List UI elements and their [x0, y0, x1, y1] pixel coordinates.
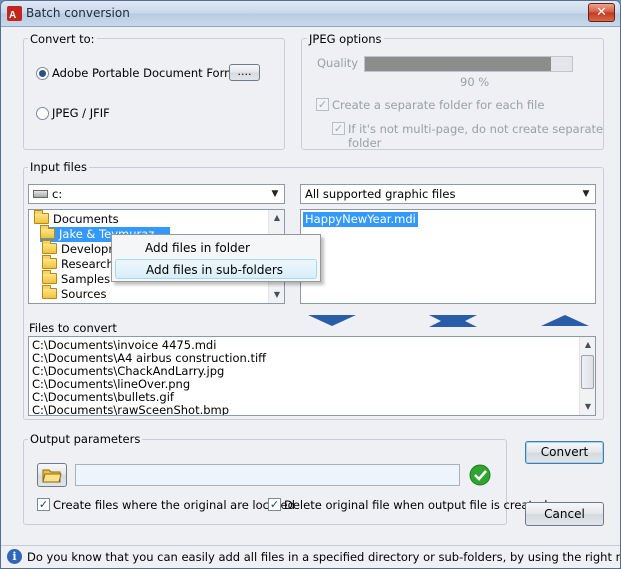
output-parameters-title: Output parameters [28, 432, 143, 446]
scroll-up-icon[interactable]: ▲ [270, 211, 284, 225]
chevron-down-icon[interactable]: ▼ [268, 187, 282, 201]
title-bar[interactable]: A Batch conversion ✕ [1, 1, 620, 27]
app-icon: A [7, 6, 22, 21]
convert-to-group [23, 38, 285, 150]
file-list[interactable]: HappyNewYear.mdi [300, 209, 596, 304]
output-path-input[interactable] [75, 464, 460, 486]
files-to-convert-scrollbar[interactable]: ▲ ▼ [579, 337, 595, 415]
remove-arrow-icon[interactable] [541, 315, 589, 327]
folder-icon [42, 270, 57, 284]
context-menu: Add files in folder Add files in sub-fol… [111, 234, 321, 282]
info-icon: i [7, 549, 22, 564]
file-type-filter-combo[interactable]: All supported graphic files ▼ [300, 184, 596, 204]
ok-check-icon[interactable] [469, 464, 491, 486]
tree-item-research[interactable]: Research [42, 255, 114, 272]
tree-item-label: Samples [61, 272, 111, 286]
tree-item-sources[interactable]: Sources [42, 285, 107, 302]
jpeg-radio[interactable] [36, 107, 49, 120]
svg-text:A: A [9, 10, 16, 21]
folder-icon [42, 255, 57, 269]
files-to-convert-list[interactable]: C:\Documents\invoice 4475.mdi C:\Documen… [28, 336, 596, 416]
drive-value: c: [52, 187, 63, 201]
convert-button[interactable]: Convert [525, 441, 604, 464]
not-multipage-checkbox[interactable]: ✓ [332, 122, 345, 135]
list-item[interactable]: C:\Documents\rawSceenShot.bmp [32, 404, 229, 416]
folder-icon [42, 240, 57, 254]
close-button[interactable]: ✕ [588, 3, 615, 22]
file-list-item[interactable]: HappyNewYear.mdi [303, 212, 418, 227]
status-tip: Do you know that you can easily add all … [27, 550, 620, 564]
browse-folder-button[interactable] [37, 463, 67, 487]
open-folder-icon [40, 225, 55, 239]
cancel-button[interactable]: Cancel [525, 502, 604, 526]
create-where-original-checkbox[interactable]: ✓ [37, 498, 50, 511]
add-all-arrow-icon[interactable] [429, 315, 477, 327]
tree-item-label: Documents [53, 212, 119, 226]
delete-original-checkbox[interactable]: ✓ [268, 498, 281, 511]
tree-item-label: Sources [61, 287, 107, 301]
drive-icon [33, 190, 48, 198]
drive-combo-value: c: [33, 187, 62, 201]
menu-item-add-files-in-sub-folders[interactable]: Add files in sub-folders [115, 259, 317, 279]
quality-value: 90 % [460, 75, 490, 89]
dialog-body: Convert to: Adobe Portable Document Form… [1, 28, 620, 568]
convert-to-title: Convert to: [28, 32, 97, 46]
tree-item-label: Research [61, 257, 114, 271]
jpeg-radio-label: JPEG / JFIF [52, 106, 110, 120]
add-selected-arrow-icon[interactable] [308, 315, 356, 327]
scroll-thumb[interactable] [581, 355, 594, 389]
status-bar: i Do you know that you can easily add al… [1, 545, 620, 567]
scroll-down-icon[interactable]: ▼ [581, 400, 595, 414]
quality-slider-fill [365, 57, 552, 71]
window-title: Batch conversion [26, 6, 130, 20]
delete-original-label: Delete original file when output file is… [284, 498, 548, 512]
separate-folder-label: Create a separate folder for each file [332, 98, 545, 112]
quality-label: Quality [317, 56, 359, 70]
pdf-radio-label: Adobe Portable Document Format [52, 66, 247, 80]
quality-slider[interactable] [364, 56, 573, 72]
scroll-up-icon[interactable]: ▲ [581, 338, 595, 352]
jpeg-options-title: JPEG options [307, 32, 384, 46]
file-type-filter-value: All supported graphic files [305, 187, 456, 201]
open-folder-icon [42, 469, 62, 483]
input-files-title: Input files [28, 160, 89, 174]
pdf-options-button[interactable]: .... [229, 64, 260, 81]
chevron-down-icon[interactable]: ▼ [579, 187, 593, 201]
tree-item-samples[interactable]: Samples [42, 270, 111, 287]
separate-folder-checkbox[interactable]: ✓ [316, 98, 329, 111]
batch-conversion-window: A Batch conversion ✕ Convert to: Adobe P… [0, 0, 621, 569]
pdf-radio[interactable] [36, 67, 49, 80]
drive-combo[interactable]: c: ▼ [28, 184, 285, 204]
files-to-convert-title: Files to convert [29, 321, 117, 335]
scroll-down-icon[interactable]: ▼ [270, 288, 284, 302]
create-where-original-label: Create files where the original are loca… [53, 498, 295, 512]
folder-icon [42, 285, 57, 299]
menu-item-add-files-in-folder[interactable]: Add files in folder [115, 238, 317, 258]
not-multipage-label: If it's not multi-page, do not create se… [348, 122, 604, 150]
open-folder-icon [34, 210, 49, 224]
